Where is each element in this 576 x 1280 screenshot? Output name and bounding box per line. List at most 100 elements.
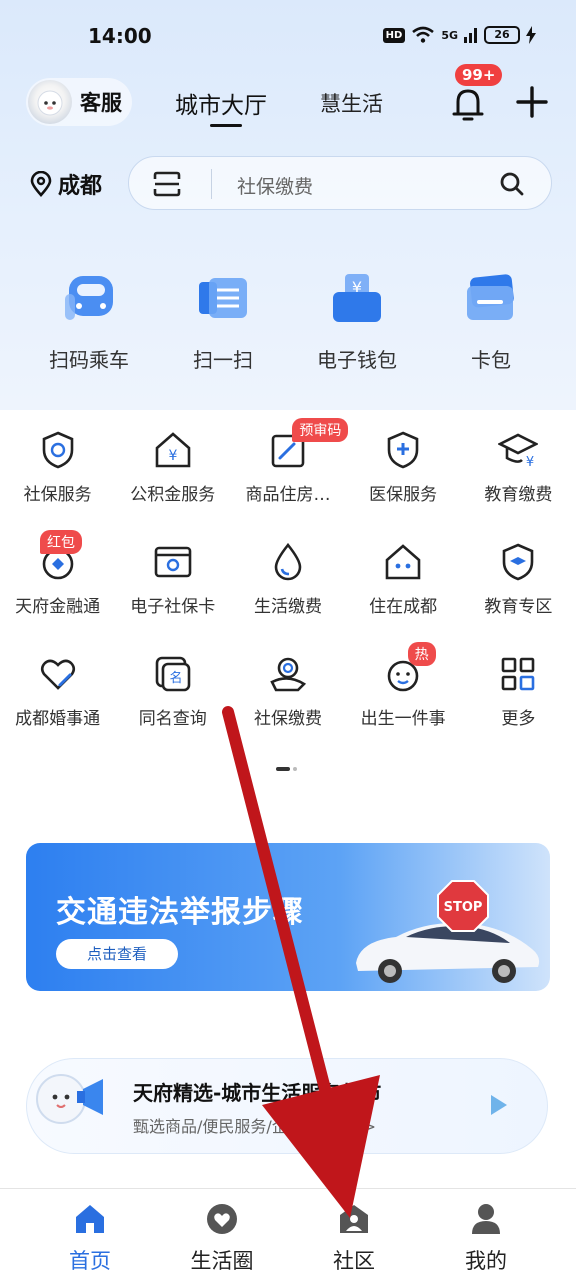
service-e-social-card[interactable]: 电子社保卡 bbox=[115, 542, 230, 654]
search-bar[interactable]: 社保缴费 bbox=[128, 156, 552, 210]
nav-life-circle[interactable]: 生活圈 bbox=[156, 1189, 288, 1280]
wallet-icon: ¥ bbox=[333, 274, 381, 322]
quick-action-card-pack[interactable]: 卡包 bbox=[424, 270, 558, 373]
search-icon[interactable] bbox=[499, 171, 525, 197]
svg-text:¥: ¥ bbox=[526, 455, 534, 470]
nav-label: 我的 bbox=[465, 1249, 507, 1273]
service-label: 天府金融通 bbox=[15, 597, 101, 617]
service-education-payment[interactable]: ¥ 教育缴费 bbox=[461, 430, 576, 542]
tab-smart-life[interactable]: 慧生活 bbox=[320, 88, 383, 118]
name-query-icon: 名 bbox=[155, 656, 191, 692]
quick-action-scan[interactable]: 扫一扫 bbox=[156, 270, 290, 373]
status-time: 14:00 bbox=[88, 24, 152, 48]
service-label: 医保服务 bbox=[369, 485, 438, 505]
service-social-security[interactable]: 社保服务 bbox=[0, 430, 115, 542]
home-icon bbox=[76, 1205, 104, 1233]
service-commercial-housing[interactable]: 预审码 商品住房… bbox=[230, 418, 349, 542]
add-icon[interactable] bbox=[512, 82, 552, 122]
service-label: 教育专区 bbox=[484, 597, 553, 617]
nav-label: 首页 bbox=[69, 1249, 111, 1273]
hd-badge: HD bbox=[382, 27, 406, 43]
megaphone-mascot-icon bbox=[36, 1074, 103, 1124]
scan-icon bbox=[199, 278, 247, 318]
traffic-report-banner[interactable]: 交通违法举报步骤 点击查看 STOP bbox=[26, 843, 550, 991]
battery-level: 26 bbox=[484, 26, 520, 44]
service-more[interactable]: 更多 bbox=[461, 654, 576, 766]
service-chengdu-marriage[interactable]: 成都婚事通 bbox=[0, 654, 115, 766]
active-tab-indicator bbox=[210, 124, 242, 127]
page-dot-active bbox=[276, 767, 290, 771]
quick-actions: 扫码乘车 扫一扫 ¥ 电子钱包 卡包 bbox=[0, 270, 576, 373]
bottom-navigation: 首页 生活圈 社区 我的 bbox=[0, 1188, 576, 1280]
banner-view-button[interactable]: 点击查看 bbox=[56, 939, 178, 969]
nav-community[interactable]: 社区 bbox=[288, 1189, 420, 1280]
service-label: 同名查询 bbox=[138, 709, 207, 729]
nav-home[interactable]: 首页 bbox=[24, 1189, 156, 1280]
service-label: 电子社保卡 bbox=[130, 597, 216, 617]
nav-label: 生活圈 bbox=[190, 1249, 254, 1273]
tab-city-hall[interactable]: 城市大厅 bbox=[175, 86, 267, 120]
service-label: 更多 bbox=[501, 709, 536, 729]
graduation-cap-icon: ¥ bbox=[498, 433, 539, 470]
service-tianfu-finance[interactable]: 红包 天府金融通 bbox=[0, 530, 115, 654]
service-label: 公积金服务 bbox=[130, 485, 216, 505]
customer-service-button[interactable]: 客服 bbox=[26, 78, 132, 126]
service-label: 商品住房… bbox=[245, 485, 331, 505]
service-education-zone[interactable]: 教育专区 bbox=[461, 542, 576, 654]
sheep-mascot-icon bbox=[37, 90, 63, 116]
service-same-name-query[interactable]: 名 同名查询 bbox=[115, 654, 230, 766]
service-live-in-chengdu[interactable]: 住在成都 bbox=[346, 542, 461, 654]
medical-shield-icon bbox=[387, 431, 419, 469]
social-pay-icon bbox=[270, 657, 307, 692]
location-pin-icon bbox=[30, 171, 52, 197]
banner-title: 交通违法举报步骤 bbox=[56, 895, 304, 930]
services-row: 成都婚事通 名 同名查询 社保缴费 热 出生一件事 更多 bbox=[0, 642, 576, 766]
scan-code-icon[interactable] bbox=[153, 171, 181, 197]
svg-text:名: 名 bbox=[169, 670, 182, 686]
quick-action-bus-qr[interactable]: 扫码乘车 bbox=[22, 270, 156, 373]
pre-review-code-tag: 预审码 bbox=[292, 418, 349, 442]
promo-title: 天府精选-城市生活服务超市 bbox=[133, 1081, 382, 1105]
location-selector[interactable]: 成都 bbox=[30, 168, 102, 200]
tianfu-selection-card[interactable]: 天府精选-城市生活服务超市 甄选商品/便民服务/企业合作>>> bbox=[26, 1058, 548, 1154]
service-label: 教育缴费 bbox=[484, 485, 553, 505]
bell-icon[interactable] bbox=[450, 84, 486, 124]
service-label: 出生一件事 bbox=[360, 709, 446, 729]
play-icon[interactable] bbox=[489, 1093, 509, 1117]
service-label: 社保缴费 bbox=[253, 709, 322, 729]
app-header: 客服 城市大厅 慧生活 99+ bbox=[0, 64, 576, 128]
stop-sign-text: STOP bbox=[444, 900, 483, 915]
search-input[interactable]: 社保缴费 bbox=[237, 172, 313, 199]
city-name: 成都 bbox=[58, 174, 103, 199]
quick-action-label: 扫码乘车 bbox=[49, 348, 129, 372]
notification-badge: 99+ bbox=[455, 64, 503, 86]
grid-more-icon bbox=[502, 657, 535, 691]
nav-mine[interactable]: 我的 bbox=[420, 1189, 552, 1280]
wifi-icon bbox=[412, 26, 435, 43]
services-row: 社保服务 ¥ 公积金服务 预审码 商品住房… 医保服务 ¥ 教育缴费 bbox=[0, 418, 576, 542]
page-dot bbox=[293, 767, 297, 771]
service-birth-matters[interactable]: 热 出生一件事 bbox=[346, 642, 461, 766]
status-bar: 14:00 HD 5G 26 bbox=[0, 22, 576, 52]
network-type: 5G bbox=[441, 28, 458, 42]
search-divider bbox=[211, 169, 212, 199]
quick-action-wallet[interactable]: ¥ 电子钱包 bbox=[290, 270, 424, 373]
service-utility-payment[interactable]: 生活缴费 bbox=[230, 542, 345, 654]
social-card-icon bbox=[154, 546, 192, 578]
social-security-shield-icon bbox=[42, 431, 73, 469]
charging-icon bbox=[526, 26, 536, 44]
quick-action-label: 扫一扫 bbox=[193, 348, 253, 372]
promo-subtitle: 甄选商品/便民服务/企业合作>>> bbox=[133, 1117, 377, 1136]
service-label: 成都婚事通 bbox=[15, 709, 101, 729]
heart-icon bbox=[40, 659, 75, 690]
mascot-avatar bbox=[28, 80, 72, 124]
service-medical-insurance[interactable]: 医保服务 bbox=[346, 430, 461, 542]
service-label: 社保服务 bbox=[23, 485, 92, 505]
service-housing-fund[interactable]: ¥ 公积金服务 bbox=[115, 430, 230, 542]
red-packet-tag: 红包 bbox=[40, 530, 82, 554]
quick-action-label: 电子钱包 bbox=[317, 348, 397, 372]
community-house-icon bbox=[340, 1205, 368, 1233]
service-social-payment[interactable]: 社保缴费 bbox=[230, 654, 345, 766]
status-indicators: HD 5G 26 bbox=[382, 26, 536, 44]
water-drop-icon bbox=[274, 542, 302, 581]
